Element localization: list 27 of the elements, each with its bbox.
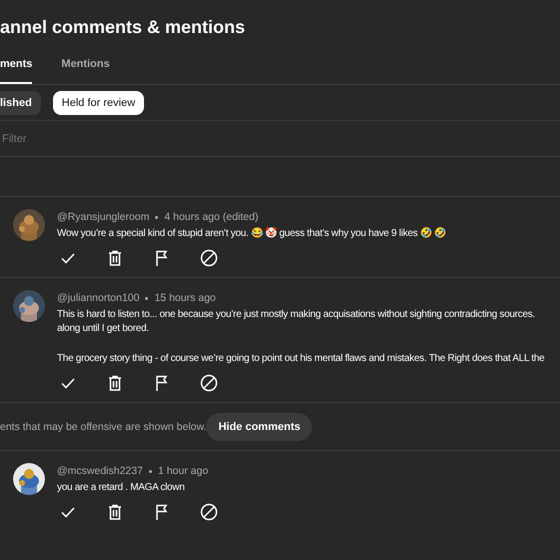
- separator-dot: [145, 296, 148, 300]
- trash-button[interactable]: [106, 249, 124, 267]
- filter-field[interactable]: Filter: [0, 132, 202, 144]
- comment-author[interactable]: @Ryansjungleroom: [57, 211, 150, 223]
- comment-text: Wow you’re a special kind of stupid aren’t you. 😂 🤡 guess that’s why you have 9 likes 🤣 🤣: [57, 227, 446, 241]
- comment-text: you are a retard . MAGA clown: [57, 481, 186, 495]
- tab[interactable]: ments: [0, 45, 32, 84]
- trash-button[interactable]: [106, 374, 124, 392]
- block-button[interactable]: [200, 249, 218, 267]
- comment-text: The grocery story thing - of course we’re going to point out his mental flaws and mistakes. The Right does that ALL the: [57, 352, 544, 366]
- hide-comments-button[interactable]: Hide comments: [206, 412, 312, 440]
- page-title: annel comments & mentions: [0, 16, 246, 39]
- comment-text: This is hard to listen to... one because you’re just mostly making acquisations without sighting contradicting sources. along until I get bored.: [57, 308, 536, 336]
- block-button[interactable]: [200, 503, 218, 521]
- comment-author[interactable]: @mcswedish2237: [57, 465, 143, 477]
- comment-time: 1 hour ago: [158, 465, 208, 477]
- filter-chip[interactable]: Held for review: [52, 90, 144, 114]
- separator-dot: [155, 216, 158, 218]
- comment-time: 4 hours ago (edited): [164, 211, 258, 223]
- comment-author[interactable]: @juliannorton100: [57, 292, 140, 304]
- comment-time: 15 hours ago: [154, 292, 216, 304]
- separator-dot: [148, 470, 152, 472]
- block-button[interactable]: [200, 374, 218, 392]
- tab[interactable]: Mentions: [61, 45, 110, 84]
- notice-text: ents that may be offensive are shown below.: [0, 420, 206, 432]
- filter-chip[interactable]: lished: [0, 90, 41, 114]
- trash-button[interactable]: [106, 503, 124, 521]
